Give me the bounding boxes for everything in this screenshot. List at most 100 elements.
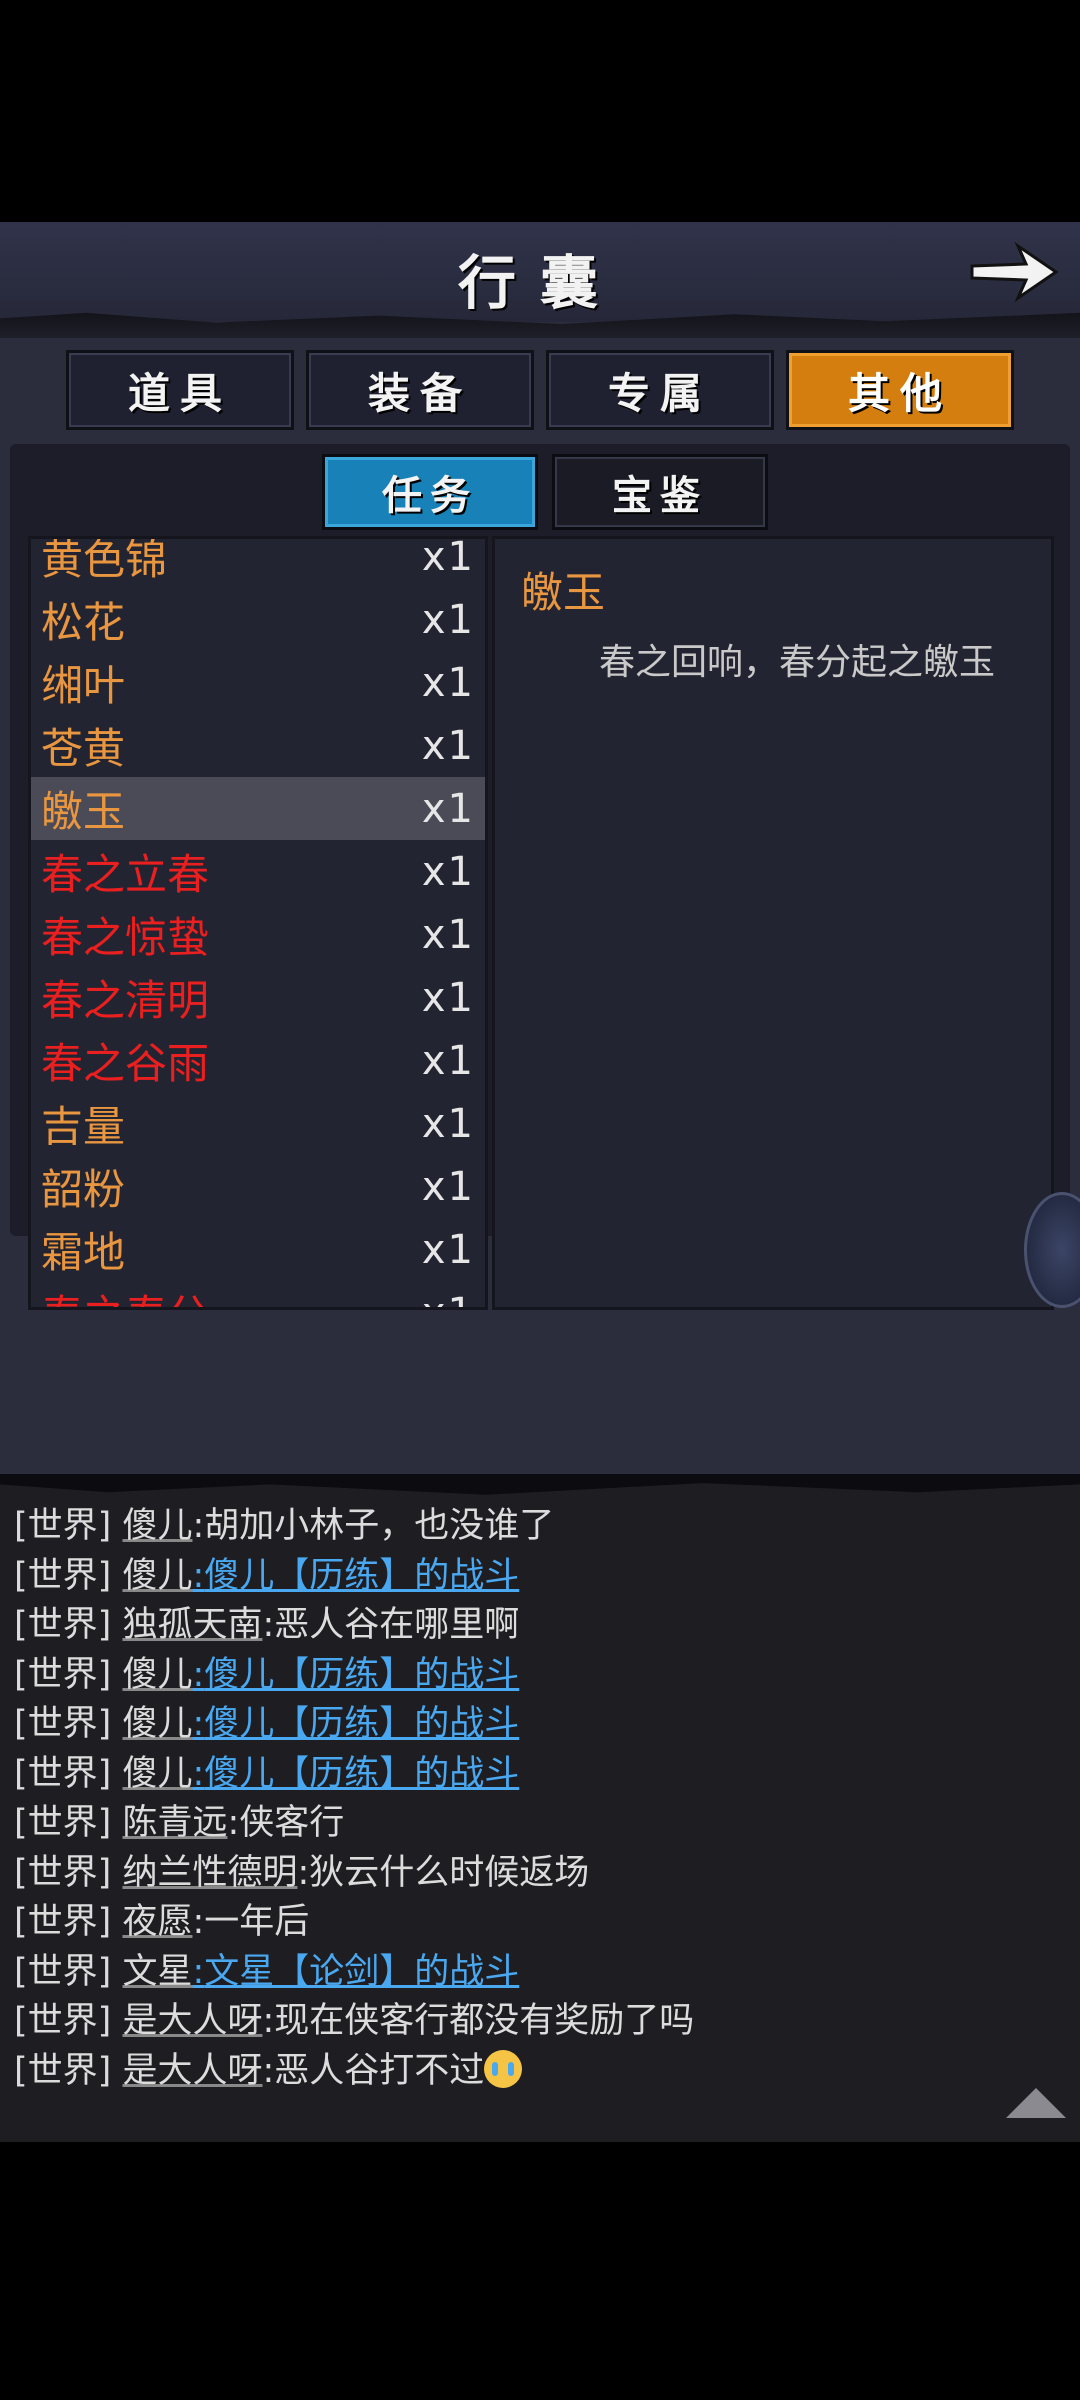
item-row[interactable]: 春之谷雨 x1: [31, 1029, 485, 1092]
item-quantity: x1: [421, 1100, 475, 1147]
chat-message: [世界] 傻儿:傻儿【历练】的战斗: [14, 1700, 1054, 1750]
chat-channel: [世界]: [14, 1555, 112, 1596]
chat-separator: :: [192, 1654, 205, 1695]
chat-channel: [世界]: [14, 1852, 112, 1893]
chat-username[interactable]: 是大人呀: [122, 2051, 262, 2091]
chat-channel: [世界]: [14, 1753, 112, 1794]
item-row[interactable]: 春之立春 x1: [31, 840, 485, 903]
chat-username[interactable]: 纳兰性德明: [122, 1853, 297, 1893]
detail-item-description: 春之回响，春分起之皦玉: [599, 642, 996, 683]
item-row[interactable]: 吉量 x1: [31, 1092, 485, 1155]
chat-channel: [世界]: [14, 1605, 112, 1645]
item-quantity: x1: [421, 722, 475, 769]
main-tab[interactable]: 其他: [786, 350, 1014, 430]
chat-channel: [世界]: [14, 2001, 112, 2041]
chat-separator: :: [192, 1951, 205, 1992]
chat-channel: [世界]: [14, 2050, 112, 2091]
chat-channel: [世界]: [14, 1803, 112, 1843]
item-quantity: x1: [421, 785, 475, 832]
chat-separator: :: [262, 2050, 275, 2091]
main-tab[interactable]: 道具: [66, 350, 294, 430]
chat-username[interactable]: 傻儿: [122, 1506, 192, 1546]
chat-battle-link[interactable]: 傻儿【历练】的战斗: [204, 1754, 519, 1794]
item-row[interactable]: 苍黄 x1: [31, 714, 485, 777]
chat-channel: [世界]: [14, 1951, 112, 1992]
scroll-up-icon[interactable]: [1004, 2086, 1068, 2120]
item-row[interactable]: 霜地 x1: [31, 1218, 485, 1281]
chat-username[interactable]: 文星: [122, 1952, 192, 1992]
main-tab[interactable]: 装备: [306, 350, 534, 430]
chat-message: [世界] 傻儿:傻儿【历练】的战斗: [14, 1552, 1054, 1602]
item-name: 春之春分: [41, 1282, 209, 1307]
chat-username[interactable]: 独孤天南: [122, 1605, 262, 1645]
chat-message: [世界] 傻儿:傻儿【历练】的战斗: [14, 1750, 1054, 1800]
chat-username[interactable]: 傻儿: [122, 1655, 192, 1695]
chat-separator: :: [192, 1902, 205, 1942]
item-row[interactable]: 春之春分 x1: [31, 1281, 485, 1308]
item-row[interactable]: 缃叶 x1: [31, 651, 485, 714]
item-name: 黄色锦: [41, 536, 168, 584]
back-button[interactable]: [966, 232, 1062, 312]
item-row[interactable]: 春之惊蛰 x1: [31, 903, 485, 966]
chat-text: 一年后: [204, 1902, 310, 1942]
main-tab[interactable]: 专属: [546, 350, 774, 430]
chat-message: [世界] 傻儿:胡加小林子，也没谁了: [14, 1502, 1054, 1552]
item-name: 春之清明: [41, 976, 210, 1025]
chat-separator: :: [192, 1555, 205, 1596]
chat-battle-link[interactable]: 傻儿【历练】的战斗: [204, 1704, 519, 1744]
chat-separator: :: [192, 1506, 205, 1546]
chat-separator: :: [262, 1605, 275, 1645]
item-name: 霜地: [41, 1228, 126, 1277]
crying-emoji-icon: [484, 2049, 523, 2088]
chat-separator: :: [227, 1803, 240, 1843]
item-quantity: x1: [421, 536, 475, 580]
item-name: 苍黄: [41, 724, 126, 773]
sub-tab[interactable]: 任务: [322, 454, 538, 530]
page-title: 行囊: [457, 249, 622, 317]
chat-message: [世界] 是大人呀:恶人谷打不过: [14, 2047, 1054, 2097]
chat-username[interactable]: 傻儿: [122, 1754, 192, 1794]
item-row[interactable]: 黄色锦 x1: [31, 536, 485, 588]
chat-text: 胡加小林子，也没谁了: [204, 1506, 555, 1546]
item-quantity: x1: [421, 848, 475, 895]
chat-battle-link[interactable]: 傻儿【历练】的战斗: [204, 1556, 519, 1596]
chat-channel: [世界]: [14, 1704, 112, 1744]
item-row[interactable]: 皦玉 x1: [31, 777, 485, 840]
item-name: 春之立春: [41, 850, 210, 899]
chat-username[interactable]: 夜愿: [122, 1902, 192, 1942]
item-quantity: x1: [421, 596, 475, 643]
chat-username[interactable]: 傻儿: [122, 1704, 192, 1744]
chat-brush-divider: [0, 1474, 1080, 1495]
chat-separator: :: [192, 1753, 205, 1794]
header: 行囊: [0, 222, 1080, 338]
chat-username[interactable]: 是大人呀: [122, 2001, 262, 2041]
item-quantity: x1: [421, 911, 475, 958]
item-quantity: x1: [421, 1226, 475, 1273]
item-name: 松花: [41, 598, 126, 647]
chat-message: [世界] 傻儿:傻儿【历练】的战斗: [14, 1651, 1054, 1701]
chat-username[interactable]: 傻儿: [122, 1556, 192, 1596]
chat-channel: [世界]: [14, 1902, 112, 1942]
item-name: 皦玉: [41, 787, 126, 836]
item-name: 春之谷雨: [41, 1039, 210, 1088]
chat-battle-link[interactable]: 文星【论剑】的战斗: [204, 1952, 519, 1992]
chat-username[interactable]: 陈青远: [122, 1803, 227, 1843]
chat-text: 恶人谷打不过: [274, 2050, 485, 2091]
chat-panel[interactable]: [世界] 傻儿:胡加小林子，也没谁了 [世界] 傻儿:傻儿【历练】的战斗 [世界] …: [0, 1474, 1080, 2142]
item-row[interactable]: 春之清明 x1: [31, 966, 485, 1029]
item-name: 吉量: [41, 1102, 126, 1151]
item-row[interactable]: 韶粉 x1: [31, 1155, 485, 1218]
item-quantity: x1: [421, 974, 475, 1021]
chat-text: 恶人谷在哪里啊: [274, 1605, 520, 1645]
item-quantity: x1: [421, 1037, 475, 1084]
chat-separator: :: [262, 2001, 275, 2041]
chat-battle-link[interactable]: 傻儿【历练】的战斗: [204, 1655, 519, 1695]
sub-tab[interactable]: 宝鉴: [552, 454, 768, 530]
chat-text: 现在侠客行都没有奖励了吗: [274, 2001, 695, 2041]
chat-message: [世界] 夜愿:一年后: [14, 1898, 1054, 1948]
item-name: 缃叶: [41, 661, 126, 710]
item-list[interactable]: 黄色锦 x1 松花 x1 缃叶 x1 苍黄 x1 皦玉 x1 春之立春 x1 春之惊蛰 x1 春之清明 x1 春…: [28, 536, 488, 1310]
item-name: 韶粉: [41, 1165, 126, 1214]
item-row[interactable]: 松花 x1: [31, 588, 485, 651]
chat-channel: [世界]: [14, 1506, 112, 1546]
